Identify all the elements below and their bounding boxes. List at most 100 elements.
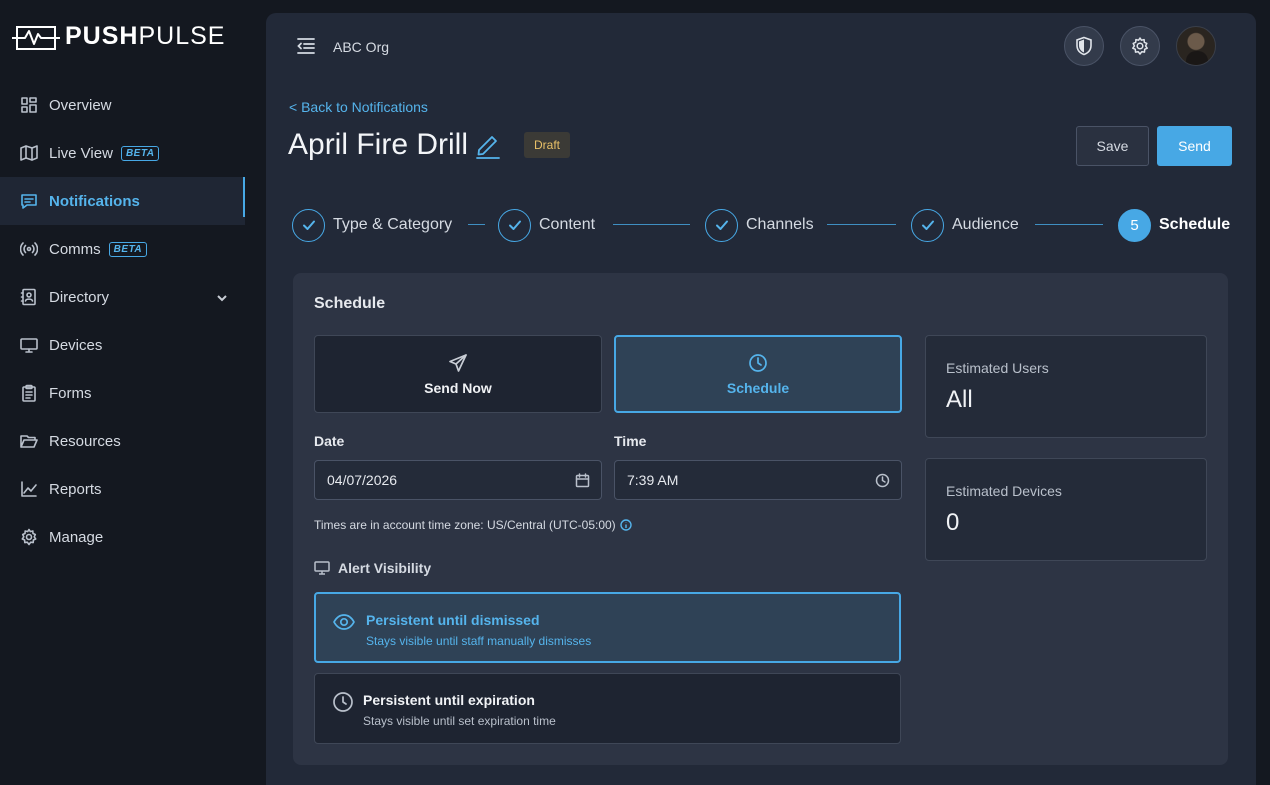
settings-button[interactable]	[1120, 26, 1160, 66]
step-audience[interactable]: Audience	[911, 208, 1019, 242]
option-label: Send Now	[424, 379, 492, 396]
map-icon	[20, 144, 38, 162]
timezone-note: Times are in account time zone: US/Centr…	[314, 518, 632, 532]
sidebar-item-manage[interactable]: Manage	[0, 513, 245, 561]
check-icon	[911, 208, 944, 242]
schedule-option[interactable]: Schedule	[614, 335, 902, 413]
monitor-icon	[314, 561, 330, 575]
dashboard-icon	[20, 96, 38, 114]
clock-icon[interactable]	[875, 473, 890, 488]
org-name[interactable]: ABC Org	[333, 39, 389, 55]
collapse-menu-icon[interactable]	[296, 37, 316, 55]
sidebar-item-label: Directory	[49, 288, 110, 306]
step-content[interactable]: Content	[498, 208, 595, 242]
sidebar-item-label: Reports	[49, 480, 102, 498]
sidebar-item-notifications[interactable]: Notifications	[0, 177, 245, 225]
main-panel: ABC Org < Back to Notifications April Fi…	[266, 13, 1256, 785]
monitor-icon	[20, 336, 38, 354]
beta-badge: BETA	[120, 145, 160, 161]
step-channels[interactable]: Channels	[705, 208, 814, 242]
stepper: Type & Category Content Channels Audienc…	[292, 208, 1232, 242]
edit-icon[interactable]	[474, 131, 502, 159]
sidebar-item-label: Devices	[49, 336, 103, 354]
option-title: Persistent until expiration	[363, 692, 535, 708]
sidebar-item-resources[interactable]: Resources	[0, 417, 245, 465]
top-bar: ABC Org	[266, 13, 1256, 81]
timezone-text: Times are in account time zone: US/Centr…	[314, 518, 616, 532]
step-label: Channels	[746, 216, 814, 233]
sidebar-item-label: Manage	[49, 528, 104, 546]
option-label: Schedule	[726, 379, 790, 396]
brand-name: PUSHPULSE	[65, 22, 226, 50]
clock-icon	[331, 690, 355, 714]
step-connector	[1035, 224, 1103, 225]
shield-icon	[1076, 36, 1092, 56]
message-icon	[20, 192, 38, 210]
avatar[interactable]	[1176, 26, 1216, 66]
gear-icon	[1132, 37, 1148, 55]
pushpulse-logo[interactable]: PUSHPULSE	[11, 22, 225, 51]
broadcast-icon	[20, 240, 38, 258]
sidebar-item-devices[interactable]: Devices	[0, 321, 245, 369]
folder-open-icon	[20, 432, 38, 450]
sidebar-item-label: Live View	[49, 144, 113, 162]
chevron-down-icon[interactable]	[216, 291, 228, 303]
clock-icon	[749, 353, 767, 372]
gear-icon	[20, 528, 38, 546]
date-label: Date	[314, 433, 345, 449]
option-title: Persistent until dismissed	[366, 612, 540, 628]
sidebar-nav: Overview Live View BETA Notifications Co…	[0, 81, 245, 561]
calendar-icon[interactable]	[575, 473, 590, 488]
step-connector	[827, 224, 896, 225]
sidebar-item-directory[interactable]: Directory	[0, 273, 245, 321]
send-now-option[interactable]: Send Now	[314, 335, 602, 413]
sidebar-item-label: Forms	[49, 384, 92, 402]
step-schedule[interactable]: 5 Schedule	[1118, 208, 1230, 242]
sidebar: PUSHPULSE Overview Live View BETA Notifi…	[0, 0, 245, 785]
step-number: 5	[1118, 208, 1151, 242]
time-value: 7:39 AM	[627, 472, 679, 488]
step-type-category[interactable]: Type & Category	[292, 208, 452, 242]
sidebar-item-forms[interactable]: Forms	[0, 369, 245, 417]
contact-book-icon	[20, 288, 38, 306]
sidebar-item-comms[interactable]: Comms BETA	[0, 225, 245, 273]
status-badge: Draft	[524, 132, 571, 158]
estimated-devices-value: 0	[946, 509, 960, 536]
schedule-card: Schedule Send Now Schedule Date Time 04/…	[293, 273, 1228, 765]
send-button[interactable]: Send	[1157, 126, 1232, 166]
security-button[interactable]	[1064, 26, 1104, 66]
paper-plane-icon	[449, 353, 467, 372]
sidebar-item-label: Comms	[49, 240, 101, 258]
sidebar-item-label: Notifications	[49, 192, 140, 210]
check-icon	[498, 208, 531, 242]
sidebar-item-label: Resources	[49, 432, 121, 450]
sidebar-item-label: Overview	[49, 96, 112, 114]
date-field[interactable]: 04/07/2026	[314, 460, 602, 500]
option-subtitle: Stays visible until set expiration time	[363, 714, 556, 728]
visibility-option-dismissed[interactable]: Persistent until dismissed Stays visible…	[314, 592, 901, 663]
card-title: Schedule	[314, 295, 386, 312]
info-icon[interactable]	[619, 519, 632, 531]
save-button[interactable]: Save	[1076, 126, 1149, 166]
visibility-option-expiration[interactable]: Persistent until expiration Stays visibl…	[314, 673, 901, 744]
check-icon	[705, 208, 738, 242]
page-title: April Fire Drill	[288, 128, 468, 161]
step-label: Schedule	[1159, 216, 1231, 233]
step-label: Type & Category	[333, 216, 453, 233]
time-label: Time	[614, 433, 647, 449]
estimated-users-card: Estimated Users All	[925, 335, 1207, 438]
step-connector	[468, 224, 485, 225]
time-field[interactable]: 7:39 AM	[614, 460, 902, 500]
eye-icon	[332, 610, 356, 634]
pulse-logo-icon	[12, 25, 60, 50]
estimated-users-value: All	[946, 386, 973, 413]
sidebar-item-overview[interactable]: Overview	[0, 81, 245, 129]
line-chart-icon	[20, 480, 38, 498]
estimated-users-label: Estimated Users	[946, 360, 1049, 376]
option-subtitle: Stays visible until staff manually dismi…	[366, 634, 592, 648]
beta-badge: BETA	[108, 241, 148, 257]
sidebar-item-live-view[interactable]: Live View BETA	[0, 129, 245, 177]
step-connector	[613, 224, 690, 225]
back-to-notifications-link[interactable]: < Back to Notifications	[289, 99, 428, 115]
sidebar-item-reports[interactable]: Reports	[0, 465, 245, 513]
